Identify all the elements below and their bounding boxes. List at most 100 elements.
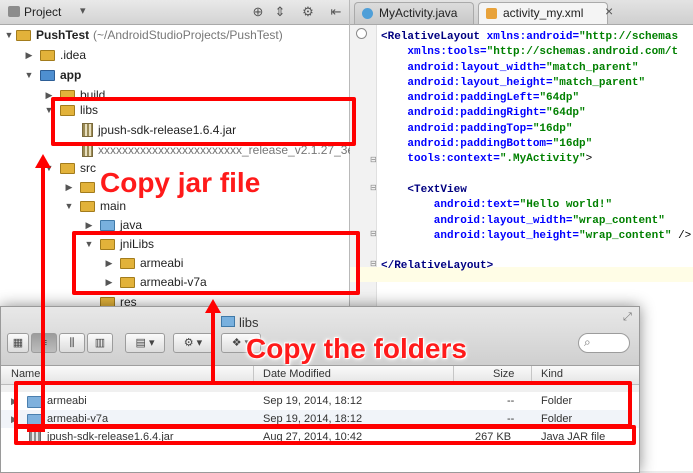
highlight-jar-in-libs xyxy=(51,97,356,146)
finder-search-input[interactable] xyxy=(578,333,630,353)
code-token: android:text= xyxy=(381,199,520,212)
source-folder-icon xyxy=(100,220,115,231)
code-token: android:paddingBottom= xyxy=(381,138,553,151)
folder-icon xyxy=(40,50,55,61)
annotation-copy-folders: Copy the folders xyxy=(246,333,467,364)
tab-label: MyActivity.java xyxy=(379,6,458,20)
coverflow-view-button[interactable]: ▥ xyxy=(87,333,113,353)
code-token: "16dp" xyxy=(532,122,573,135)
folder-icon xyxy=(16,30,31,41)
code-line[interactable]: android:paddingBottom="16dp" xyxy=(381,137,691,152)
column-date-header[interactable]: Date Modified xyxy=(263,368,331,380)
xml-file-icon xyxy=(486,8,497,19)
project-panel-title[interactable]: Project xyxy=(24,5,61,19)
code-line[interactable]: android:text="Hello world!" xyxy=(381,198,691,213)
code-line[interactable]: <TextView xyxy=(381,183,691,198)
folder-icon xyxy=(60,163,75,174)
annotation-copy-jar: Copy jar file xyxy=(100,167,261,198)
column-kind-header[interactable]: Kind xyxy=(541,368,563,380)
icon-view-button[interactable]: ▦ xyxy=(7,333,29,353)
fold-marker-icon[interactable] xyxy=(356,28,367,39)
code-token: android:layout_height= xyxy=(381,76,553,89)
arrow-shaft-jar xyxy=(41,166,45,430)
fold-marker-icon[interactable]: ⊟ xyxy=(370,229,377,238)
collapse-all-icon[interactable]: ⇕ xyxy=(272,4,288,20)
arrange-button[interactable]: ▤ ▾ xyxy=(125,333,165,353)
expanded-triangle-icon[interactable]: ▼ xyxy=(24,65,34,85)
code-token: android:paddingLeft= xyxy=(381,92,540,105)
code-token: /> xyxy=(671,229,692,242)
code-token: "Hello world!" xyxy=(519,199,613,212)
highlight-finder-jar xyxy=(14,425,636,445)
tab-activity-my-xml[interactable]: activity_my.xml xyxy=(478,2,608,24)
collapsed-triangle-icon[interactable]: ▶ xyxy=(24,45,34,65)
code-line[interactable]: android:paddingRight="64dp" xyxy=(381,106,691,121)
code-line[interactable] xyxy=(381,244,691,259)
code-token: <RelativeLayout xyxy=(381,31,487,43)
fullscreen-icon[interactable]: ⤢ xyxy=(623,311,632,324)
code-token: "http://schemas.android.com/t xyxy=(486,46,679,59)
columns-icon: ⫼ xyxy=(69,337,75,349)
collapsed-triangle-icon[interactable]: ▶ xyxy=(64,177,74,197)
arrow-tail-jar xyxy=(27,428,45,432)
tree-item-main[interactable]: ▼ main xyxy=(0,196,349,216)
code-line[interactable]: android:paddingLeft="64dp" xyxy=(381,91,691,106)
expanded-triangle-icon[interactable]: ▼ xyxy=(4,25,14,45)
column-view-button[interactable]: ⫼ xyxy=(59,333,85,353)
column-size-header[interactable]: Size xyxy=(493,368,514,380)
tree-item-app[interactable]: ▼ app xyxy=(0,65,349,85)
tree-item-pushtest[interactable]: ▼ PushTest (~/AndroidStudioProjects/Push… xyxy=(0,25,349,45)
code-token: > xyxy=(585,153,593,166)
code-token: android:layout_height= xyxy=(381,229,580,242)
folder-icon xyxy=(221,316,235,327)
code-line[interactable] xyxy=(381,168,691,183)
xml-code[interactable]: <RelativeLayout xmlns:android="http://sc… xyxy=(381,30,691,275)
arrow-shaft-folders xyxy=(211,312,215,384)
folder-icon xyxy=(80,201,95,212)
code-line[interactable]: android:layout_width="wrap_content" xyxy=(381,214,691,229)
crosshair-icon[interactable]: ⊕ xyxy=(250,4,266,20)
tree-item-label: .idea xyxy=(60,48,87,62)
code-line[interactable]: android:layout_height="match_parent" xyxy=(381,76,691,91)
code-line[interactable]: android:layout_height="wrap_content" /> xyxy=(381,229,691,244)
java-class-icon xyxy=(362,8,373,19)
tree-item-idea[interactable]: ▶ .idea xyxy=(0,45,349,65)
arrange-icon: ▤ ▾ xyxy=(135,337,155,349)
fold-marker-icon[interactable]: ⊟ xyxy=(370,155,377,164)
highlight-finder-folders xyxy=(14,381,632,428)
code-line[interactable]: tools:context=".MyActivity"> xyxy=(381,152,691,167)
column-name-header[interactable]: Name xyxy=(11,368,40,380)
code-token: "64dp" xyxy=(546,107,586,120)
code-token: android:layout_width= xyxy=(381,214,573,227)
highlight-jnilibs-folders xyxy=(72,231,360,295)
code-token: android:layout_width= xyxy=(381,61,547,74)
gear-icon[interactable]: ⚙ xyxy=(300,4,316,20)
code-line[interactable]: <RelativeLayout xmlns:android="http://sc… xyxy=(381,30,691,45)
editor-tab-bar: MyActivity.java activity_my.xml × xyxy=(350,0,693,25)
tree-item-label: src xyxy=(80,161,96,175)
tab-label: activity_my.xml xyxy=(503,6,584,20)
hide-panel-icon[interactable]: ⇤ xyxy=(328,4,344,20)
code-line[interactable]: xmlns:tools="http://schemas.android.com/… xyxy=(381,45,691,60)
chevron-down-icon[interactable]: ▾ xyxy=(80,4,86,17)
close-tab-icon[interactable]: × xyxy=(605,3,613,19)
module-folder-icon xyxy=(40,70,55,81)
fold-marker-icon[interactable]: ⊟ xyxy=(370,183,377,192)
gear-icon: ⚙ ▾ xyxy=(183,337,203,349)
code-line[interactable]: android:paddingTop="16dp" xyxy=(381,122,691,137)
project-view-icon xyxy=(8,6,20,17)
code-token: android:paddingRight= xyxy=(381,107,547,120)
code-token: "http://schemas xyxy=(579,31,679,43)
code-token: tools:context= xyxy=(381,153,500,166)
code-token: ".MyActivity" xyxy=(499,153,586,166)
code-token: "16dp" xyxy=(552,138,593,151)
code-token: android:paddingTop= xyxy=(381,122,533,135)
code-token: "wrap_content" xyxy=(579,229,672,242)
tab-myactivity-java[interactable]: MyActivity.java xyxy=(354,2,474,24)
code-line[interactable]: android:layout_width="match_parent" xyxy=(381,61,691,76)
action-button[interactable]: ⚙ ▾ xyxy=(173,333,213,353)
code-line[interactable]: </RelativeLayout> xyxy=(381,259,691,274)
tree-item-label: app xyxy=(60,68,82,82)
expanded-triangle-icon[interactable]: ▼ xyxy=(64,196,74,216)
code-token: "match_parent" xyxy=(546,61,639,74)
